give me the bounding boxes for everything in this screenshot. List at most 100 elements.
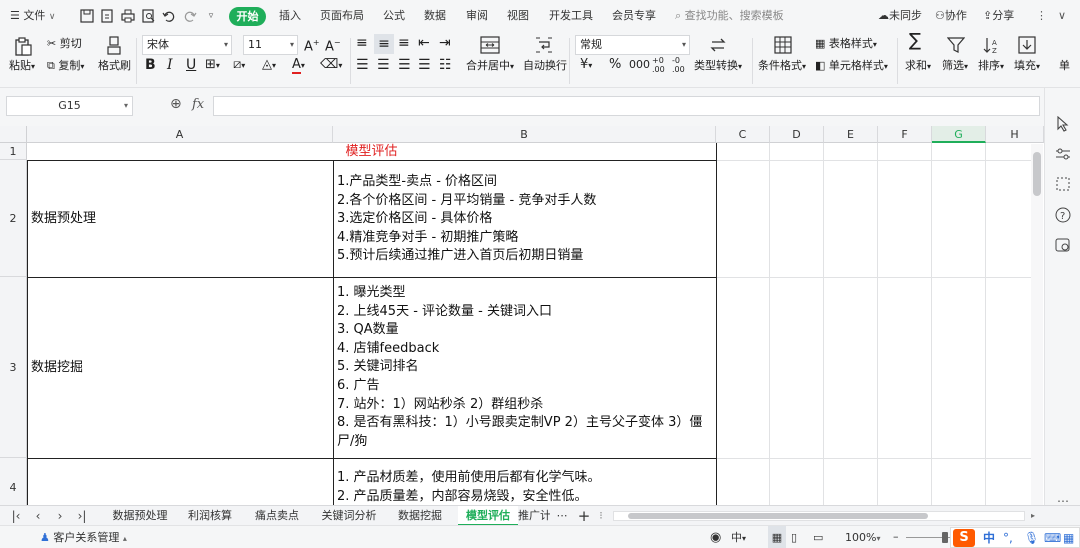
font-grow-icon[interactable]: A+ — [304, 36, 320, 54]
decrease-decimal-icon[interactable]: -0.00 — [672, 56, 685, 74]
align-right-icon[interactable]: ☰ — [398, 58, 411, 72]
adjust-icon[interactable] — [1054, 145, 1072, 163]
distributed-icon[interactable]: ☷ — [439, 58, 452, 72]
prev-sheet-icon[interactable]: ‹ — [31, 506, 45, 526]
fill-color-icon[interactable]: ◬▾ — [262, 58, 276, 73]
cell-a4[interactable] — [27, 458, 334, 505]
horizontal-scroll-thumb[interactable] — [628, 513, 928, 519]
sheet-tab-pain-points[interactable]: 痛点卖点 — [248, 506, 306, 526]
filter-button[interactable]: 筛选▾ — [942, 59, 968, 74]
table-style-button[interactable]: ▦ 表格样式▾ — [815, 37, 877, 52]
border-icon[interactable]: ⊞▾ — [205, 58, 220, 73]
conditional-format-icon[interactable] — [772, 35, 794, 55]
name-box[interactable]: G15 ▾ — [6, 96, 133, 116]
sum-icon[interactable]: ∑ — [909, 32, 921, 50]
cell-style-button[interactable]: ◧ 单元格样式▾ — [815, 59, 888, 74]
cell-b2[interactable]: 1.产品类型-卖点 - 价格区间 2.各个价格区间 - 月平均销量 - 竞争对手… — [333, 160, 717, 278]
keyboard-icon[interactable]: ⌨ — [1044, 528, 1061, 548]
auto-wrap-button[interactable]: 自动换行 — [523, 59, 567, 73]
zoom-out-icon[interactable]: – — [893, 525, 899, 548]
increase-indent-icon[interactable]: ⇥ — [439, 36, 451, 50]
next-sheet-icon[interactable]: › — [53, 506, 67, 526]
fill-button[interactable]: 填充▾ — [1014, 59, 1040, 74]
eye-protection-icon[interactable]: ◉ — [710, 526, 721, 548]
tab-review[interactable]: 审阅 — [466, 0, 488, 32]
ime-lang[interactable]: 中 — [983, 528, 995, 548]
customize-toolbar-icon[interactable]: ▿ — [203, 8, 219, 24]
redo-icon[interactable] — [182, 8, 198, 24]
print-preview-icon[interactable] — [141, 8, 157, 24]
column-header-c[interactable]: C — [716, 126, 770, 143]
tab-data[interactable]: 数据 — [424, 0, 446, 32]
single-button[interactable]: 单 — [1059, 59, 1070, 73]
print-icon[interactable] — [120, 8, 136, 24]
cell-b4[interactable]: 1. 产品材质差，使用前使用后都有化学气味。 2. 产品质量差，内部容易烧毁，安… — [333, 458, 717, 505]
tab-member[interactable]: 会员专享 — [612, 0, 656, 32]
sheet-tab-preprocessing[interactable]: 数据预处理 — [106, 506, 174, 526]
sogou-logo-icon[interactable]: S — [953, 529, 975, 547]
cursor-icon[interactable] — [1054, 115, 1072, 133]
column-header-f[interactable]: F — [878, 126, 932, 143]
ime-indicator[interactable]: 中▾ — [731, 526, 746, 548]
sheet-tab-model-eval[interactable]: 模型评估 — [458, 506, 518, 526]
tab-developer[interactable]: 开发工具 — [549, 0, 593, 32]
sync-status[interactable]: ☁未同步 — [878, 0, 922, 32]
file-menu[interactable]: ☰ 文件 ∨ — [10, 0, 55, 32]
more-options-icon[interactable]: ⋮ — [1036, 0, 1047, 32]
column-header-e[interactable]: E — [824, 126, 878, 143]
brush-icon[interactable] — [104, 35, 124, 57]
column-header-b[interactable]: B — [333, 126, 716, 143]
collab-button[interactable]: ⚇协作 — [935, 0, 967, 32]
more-sheets-icon[interactable]: ⋯ — [554, 506, 570, 526]
align-left-icon[interactable]: ☰ — [356, 58, 369, 72]
select-region-icon[interactable] — [1054, 175, 1072, 193]
cell-a2[interactable]: 数据预处理 — [27, 160, 334, 278]
filter-icon[interactable] — [945, 35, 967, 55]
sort-button[interactable]: 排序▾ — [978, 59, 1004, 74]
align-bottom-icon[interactable]: ≡ — [398, 36, 410, 50]
add-sheet-icon[interactable]: + — [576, 506, 592, 526]
column-header-g[interactable]: G — [932, 126, 986, 143]
collapse-ribbon-icon[interactable]: ∨ — [1058, 0, 1066, 32]
italic-icon[interactable]: I — [167, 58, 173, 72]
row-header-3[interactable]: 3 — [0, 277, 27, 458]
help-icon[interactable]: ? — [1054, 206, 1072, 224]
align-middle-icon[interactable]: ≡ — [374, 34, 394, 54]
formula-input[interactable] — [213, 96, 1040, 116]
tab-page-layout[interactable]: 页面布局 — [320, 0, 364, 32]
ime-menu-icon[interactable]: ▦ — [1063, 528, 1074, 548]
sum-button[interactable]: 求和▾ — [905, 59, 931, 74]
row-header-1[interactable]: 1 — [0, 143, 27, 160]
vertical-scrollbar[interactable] — [1031, 144, 1043, 505]
thousands-separator-icon[interactable]: 000 — [629, 58, 650, 72]
type-convert-icon[interactable] — [707, 35, 729, 55]
paste-button[interactable]: 粘贴▾ — [9, 59, 35, 74]
column-header-h[interactable]: H — [986, 126, 1044, 143]
sheet-tab-profit[interactable]: 利润核算 — [182, 506, 238, 526]
sheet-tab-promotion[interactable]: 推广计 — [518, 506, 550, 526]
currency-icon[interactable]: ¥▾ — [580, 58, 592, 73]
row-header-4[interactable]: 4 — [0, 458, 27, 505]
tab-insert[interactable]: 插入 — [279, 0, 301, 32]
function-search[interactable]: ⌕ 查找功能、搜索模板 — [675, 0, 784, 32]
tab-home[interactable]: 开始 — [229, 7, 266, 26]
last-sheet-icon[interactable]: ›| — [75, 506, 89, 526]
align-top-icon[interactable]: ≡ — [356, 36, 368, 50]
sort-icon[interactable]: AZ — [981, 35, 1003, 55]
column-header-d[interactable]: D — [770, 126, 824, 143]
crm-button[interactable]: ♟ 客户关系管理 ▴ — [40, 526, 127, 548]
cell-a3[interactable]: 数据挖掘 — [27, 277, 334, 459]
copy-button[interactable]: ⧉ 复制▾ — [47, 59, 84, 74]
row-header-2[interactable]: 2 — [0, 160, 27, 277]
vertical-scroll-thumb[interactable] — [1033, 152, 1041, 196]
scroll-right-icon[interactable]: ▸ — [1028, 506, 1038, 526]
merge-center-button[interactable]: 合并居中▾ — [466, 59, 514, 74]
justify-icon[interactable]: ☰ — [418, 58, 431, 72]
sheet-tab-keywords[interactable]: 关键词分析 — [316, 506, 382, 526]
sheet-tab-data-mining[interactable]: 数据挖掘 — [391, 506, 449, 526]
type-convert-button[interactable]: 类型转换▾ — [694, 59, 742, 74]
cell-b3[interactable]: 1. 曝光类型 2. 上线45天 - 评论数量 - 关键词入口 3. QA数量 … — [333, 277, 717, 459]
title-cell[interactable]: 模型评估 — [27, 143, 717, 161]
cut-button[interactable]: ✂ 剪切 — [47, 37, 82, 51]
zoom-slider-knob[interactable] — [942, 532, 948, 543]
